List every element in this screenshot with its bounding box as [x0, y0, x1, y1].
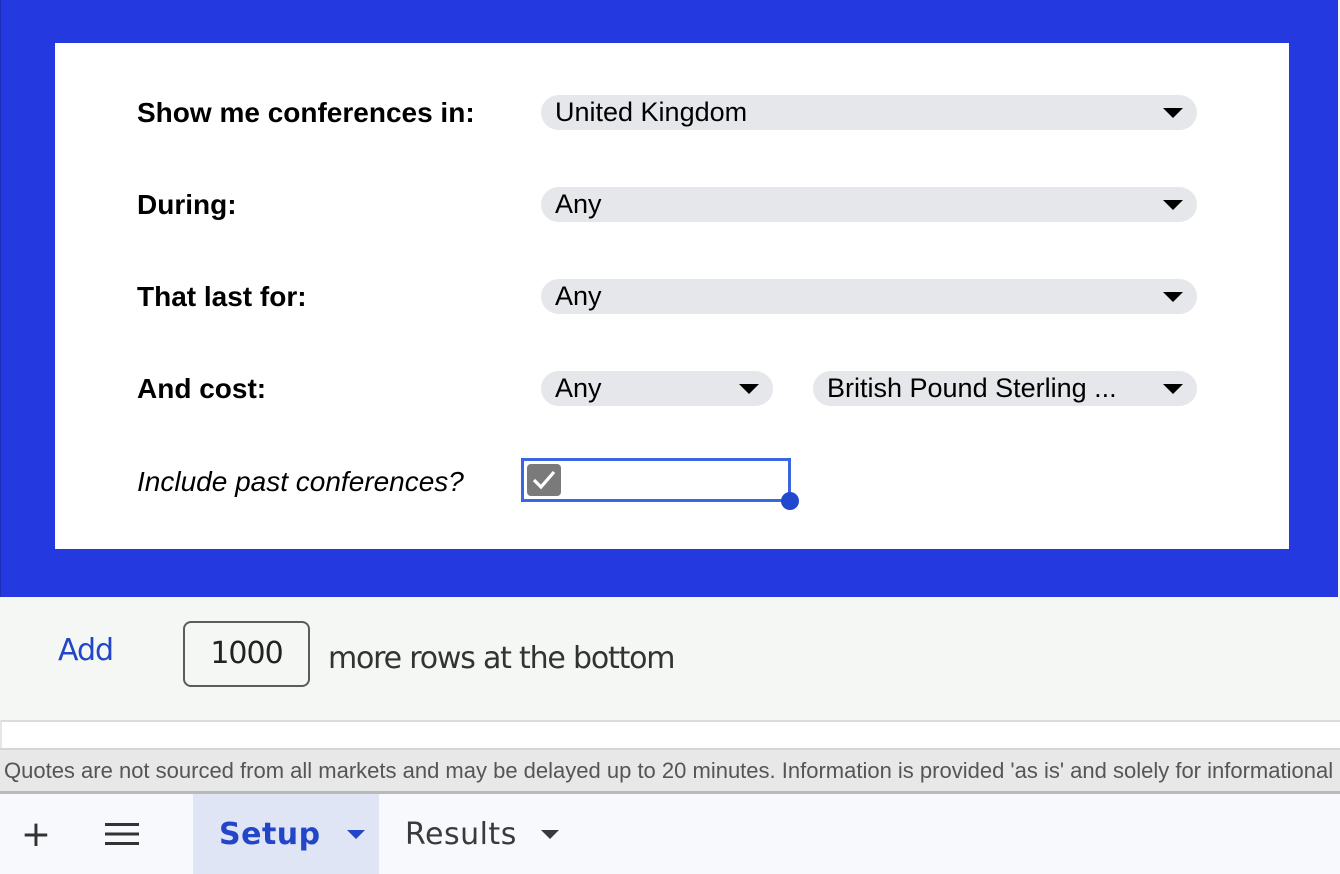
- add-rows-button[interactable]: Add: [58, 633, 114, 668]
- country-value: United Kingdom: [555, 97, 748, 127]
- horizontal-scrollbar[interactable]: [0, 720, 1340, 748]
- country-row: Show me conferences in: United Kingdom: [55, 95, 1289, 131]
- caret-down-icon: [1163, 200, 1183, 210]
- currency-value: British Pound Sterling ...: [827, 373, 1117, 403]
- caret-down-icon[interactable]: [346, 829, 365, 839]
- duration-label: That last for:: [137, 281, 307, 312]
- country-label: Show me conferences in:: [137, 97, 475, 128]
- conference-filter-form: Show me conferences in: United Kingdom D…: [55, 43, 1289, 549]
- during-dropdown[interactable]: Any: [541, 187, 1197, 222]
- during-row: During: Any: [55, 187, 1289, 223]
- tab-results-label: Results: [405, 816, 517, 852]
- sheet-tab-bar: + Setup Results: [0, 794, 1340, 874]
- during-label: During:: [137, 189, 237, 220]
- cost-label: And cost:: [137, 373, 267, 404]
- quotes-disclaimer: Quotes are not sourced from all markets …: [0, 748, 1340, 794]
- caret-down-icon: [739, 384, 759, 394]
- cost-dropdown[interactable]: Any: [541, 371, 773, 406]
- caret-down-icon: [1163, 108, 1183, 118]
- cost-row: And cost: Any British Pound Sterling ...: [55, 371, 1289, 407]
- caret-down-icon: [1163, 384, 1183, 394]
- duration-value: Any: [555, 281, 602, 311]
- tab-setup[interactable]: Setup: [193, 794, 379, 874]
- past-conferences-label: Include past conferences?: [137, 466, 464, 497]
- tab-results[interactable]: Results: [379, 794, 579, 874]
- caret-down-icon[interactable]: [540, 829, 559, 839]
- currency-dropdown[interactable]: British Pound Sterling ...: [813, 371, 1197, 406]
- checkmark-icon: [532, 470, 556, 490]
- caret-down-icon: [1163, 292, 1183, 302]
- cost-value: Any: [555, 373, 602, 403]
- include-past-checkbox[interactable]: [527, 464, 561, 496]
- duration-row: That last for: Any: [55, 279, 1289, 315]
- blue-frame-background: Show me conferences in: United Kingdom D…: [0, 0, 1338, 597]
- past-conferences-row: Include past conferences?: [55, 458, 1289, 510]
- hamburger-menu-icon[interactable]: [104, 794, 140, 874]
- tab-setup-label: Setup: [219, 816, 321, 852]
- add-rows-suffix: more rows at the bottom: [328, 641, 676, 676]
- selected-cell[interactable]: [521, 458, 799, 510]
- rows-count-input[interactable]: 1000: [183, 621, 310, 687]
- plus-icon[interactable]: +: [18, 794, 54, 874]
- fill-handle[interactable]: [781, 492, 799, 510]
- add-rows-bar: Add 1000 more rows at the bottom: [0, 597, 1340, 720]
- country-dropdown[interactable]: United Kingdom: [541, 95, 1197, 130]
- during-value: Any: [555, 189, 602, 219]
- duration-dropdown[interactable]: Any: [541, 279, 1197, 314]
